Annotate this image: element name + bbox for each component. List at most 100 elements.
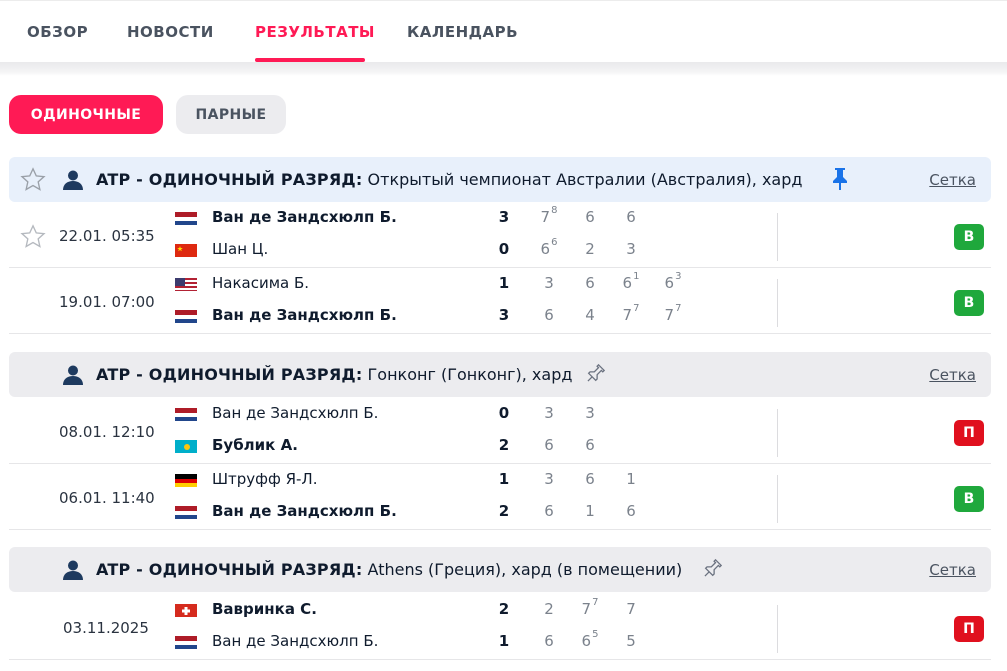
- set-score: 5: [626, 632, 636, 650]
- match-row[interactable]: 19.01. 07:00 Накасима Б. 1 3 6 61 63 Ван…: [9, 271, 991, 334]
- player-row: Вавринка С. 2 2 77 7: [9, 597, 769, 621]
- set-score: 3: [544, 274, 554, 292]
- pin-outline-icon[interactable]: [700, 557, 724, 585]
- switzerland-flag-icon: [175, 603, 197, 617]
- sets-won: 2: [498, 600, 510, 618]
- sets-won: 0: [498, 404, 510, 422]
- draw-link[interactable]: Сетка: [929, 366, 976, 384]
- set-score: 78: [540, 205, 558, 226]
- set-score: 1: [585, 502, 595, 520]
- set-score: 61: [622, 271, 640, 292]
- germany-flag-icon: [175, 473, 197, 487]
- tournament-title[interactable]: ATP - ОДИНОЧНЫЙ РАЗРЯД: Открытый чемпион…: [96, 170, 802, 189]
- tab-overview[interactable]: ОБЗОР: [27, 23, 88, 41]
- divider: [777, 409, 778, 457]
- divider: [777, 605, 778, 653]
- pin-icon[interactable]: [831, 167, 849, 195]
- sets-won: 2: [498, 436, 510, 454]
- star-icon[interactable]: [19, 166, 47, 197]
- set-score: 7: [626, 600, 636, 618]
- sets-won: 1: [498, 274, 510, 292]
- set-score: 3: [544, 404, 554, 422]
- player-name[interactable]: Шан Ц.: [212, 240, 268, 258]
- tournament-header: ATP - ОДИНОЧНЫЙ РАЗРЯД: Гонконг (Гонконг…: [9, 352, 991, 397]
- filter-doubles-button[interactable]: ПАРНЫЕ: [176, 95, 286, 134]
- result-badge: В: [954, 224, 984, 250]
- set-score: 6: [585, 274, 595, 292]
- player-name[interactable]: Ван де Зандсхюлп Б.: [212, 632, 378, 650]
- player-name[interactable]: Бублик А.: [212, 436, 298, 454]
- set-score: 3: [626, 240, 636, 258]
- person-icon: [62, 169, 84, 195]
- china-flag-icon: [175, 243, 197, 257]
- person-icon: [62, 559, 84, 585]
- match-row[interactable]: 06.01. 11:40 Штруфф Я-Л. 1 3 6 1 Ван де …: [9, 467, 991, 530]
- player-row: Ван де Зандсхюлп Б. 0 3 3: [9, 401, 769, 425]
- divider: [777, 279, 778, 327]
- set-score: 63: [664, 271, 682, 292]
- tab-results[interactable]: РЕЗУЛЬТАТЫ: [255, 23, 375, 41]
- set-score: 6: [544, 436, 554, 454]
- set-score: 6: [626, 208, 636, 226]
- player-name[interactable]: Вавринка С.: [212, 600, 317, 618]
- sets-won: 3: [498, 208, 510, 226]
- set-score: 6: [585, 470, 595, 488]
- player-row: Бублик А. 2 6 6: [9, 433, 769, 457]
- player-row: Ван де Зандсхюлп Б. 3 78 6 6: [9, 205, 769, 229]
- player-row: Накасима Б. 1 3 6 61 63: [9, 271, 769, 295]
- player-row: Ван де Зандсхюлп Б. 1 6 65 5: [9, 629, 769, 653]
- set-score: 6: [626, 502, 636, 520]
- divider: [777, 475, 778, 523]
- draw-link[interactable]: Сетка: [929, 561, 976, 579]
- tab-bar: ОБЗОР НОВОСТИ РЕЗУЛЬТАТЫ КАЛЕНДАРЬ: [0, 0, 1007, 62]
- result-badge: П: [954, 420, 984, 446]
- usa-flag-icon: [175, 277, 197, 291]
- tournament-title[interactable]: ATP - ОДИНОЧНЫЙ РАЗРЯД: Гонконг (Гонконг…: [96, 365, 572, 384]
- player-name[interactable]: Ван де Зандсхюлп Б.: [212, 208, 397, 226]
- player-name[interactable]: Накасима Б.: [212, 274, 309, 292]
- set-score: 77: [664, 303, 682, 324]
- netherlands-flag-icon: [175, 407, 197, 421]
- match-row[interactable]: 08.01. 12:10 Ван де Зандсхюлп Б. 0 3 3 Б…: [9, 401, 991, 464]
- tournament-title[interactable]: ATP - ОДИНОЧНЫЙ РАЗРЯД: Athens (Греция),…: [96, 560, 682, 579]
- sets-won: 0: [498, 240, 510, 258]
- player-row: Ван де Зандсхюлп Б. 2 6 1 6: [9, 499, 769, 523]
- sets-won: 1: [498, 632, 510, 650]
- set-score: 6: [585, 208, 595, 226]
- filter-singles-button[interactable]: ОДИНОЧНЫЕ: [9, 95, 163, 134]
- player-row: Ван де Зандсхюлп Б. 3 6 4 77 77: [9, 303, 769, 327]
- match-row[interactable]: 03.11.2025 Вавринка С. 2 2 77 7 Ван де З…: [9, 597, 991, 660]
- set-score: 1: [626, 470, 636, 488]
- player-name[interactable]: Ван де Зандсхюлп Б.: [212, 404, 378, 422]
- set-score: 2: [544, 600, 554, 618]
- netherlands-flag-icon: [175, 635, 197, 649]
- player-name[interactable]: Штруфф Я-Л.: [212, 470, 317, 488]
- pin-outline-icon[interactable]: [583, 362, 607, 390]
- person-icon: [62, 364, 84, 390]
- section-divider: [0, 62, 1007, 76]
- set-score: 2: [585, 240, 595, 258]
- netherlands-flag-icon: [175, 505, 197, 519]
- kazakhstan-flag-icon: [175, 439, 197, 453]
- set-score: 77: [581, 597, 599, 618]
- set-score: 4: [585, 306, 595, 324]
- set-score: 6: [544, 502, 554, 520]
- player-name[interactable]: Ван де Зандсхюлп Б.: [212, 502, 397, 520]
- set-score: 6: [544, 306, 554, 324]
- set-score: 6: [585, 436, 595, 454]
- set-score: 6: [544, 632, 554, 650]
- sets-won: 2: [498, 502, 510, 520]
- tab-calendar[interactable]: КАЛЕНДАРЬ: [407, 23, 518, 41]
- draw-link[interactable]: Сетка: [929, 171, 976, 189]
- player-row: Штруфф Я-Л. 1 3 6 1: [9, 467, 769, 491]
- set-score: 3: [585, 404, 595, 422]
- netherlands-flag-icon: [175, 309, 197, 323]
- result-badge: В: [954, 290, 984, 316]
- tab-news[interactable]: НОВОСТИ: [127, 23, 214, 41]
- player-row: Шан Ц. 0 66 2 3: [9, 237, 769, 261]
- result-badge: В: [954, 486, 984, 512]
- match-row[interactable]: 22.01. 05:35 Ван де Зандсхюлп Б. 3 78 6 …: [9, 205, 991, 268]
- set-score: 77: [622, 303, 640, 324]
- player-name[interactable]: Ван де Зандсхюлп Б.: [212, 306, 397, 324]
- divider: [777, 213, 778, 261]
